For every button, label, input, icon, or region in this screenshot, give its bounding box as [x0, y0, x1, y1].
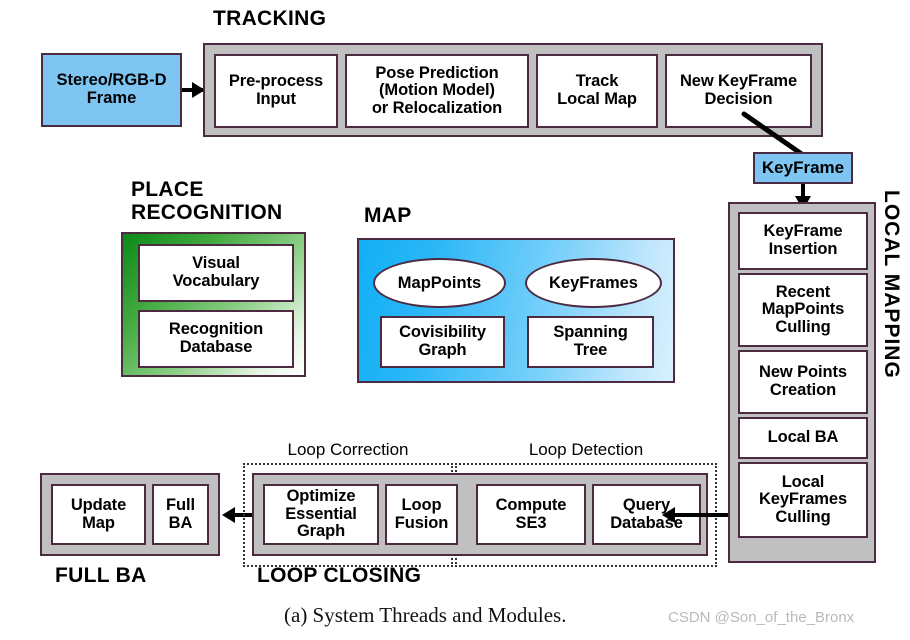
loop-detection-group-label: Loop Detection [528, 440, 644, 459]
loop-closing-title: LOOP CLOSING [257, 564, 422, 587]
local-mapping-module: KeyFrame Insertion Recent MapPoints Cull… [728, 202, 876, 563]
tracking-title: TRACKING [213, 7, 327, 30]
full-ba-step-update-map[interactable]: Update Map [51, 484, 146, 545]
map-panel: MapPoints KeyFrames Covisibility Graph S… [357, 238, 675, 383]
place-recognition-item-visual-vocabulary[interactable]: Visual Vocabulary [138, 244, 294, 302]
loop-closing-step-optimize-essential-graph[interactable]: Optimize Essential Graph [263, 484, 379, 545]
keyframe-box[interactable]: KeyFrame [753, 152, 853, 184]
map-title: MAP [364, 204, 412, 227]
full-ba-module: Update Map Full BA [40, 473, 220, 556]
map-ellipse-keyframes[interactable]: KeyFrames [525, 258, 662, 308]
loop-closing-module: Optimize Essential Graph Loop Fusion Com… [252, 473, 708, 556]
tracking-step-pose-prediction[interactable]: Pose Prediction (Motion Model) or Reloca… [345, 54, 529, 128]
local-mapping-step-keyframe-insertion[interactable]: KeyFrame Insertion [738, 212, 868, 270]
loop-closing-step-compute-se3[interactable]: Compute SE3 [476, 484, 586, 545]
tracking-step-preprocess[interactable]: Pre-process Input [214, 54, 338, 128]
watermark: CSDN @Son_of_the_Bronx [668, 609, 855, 626]
loop-closing-step-loop-fusion[interactable]: Loop Fusion [385, 484, 458, 545]
place-recognition-panel: Visual Vocabulary Recognition Database [121, 232, 306, 377]
local-mapping-title: LOCAL MAPPING [880, 190, 903, 379]
place-recognition-item-recognition-database[interactable]: Recognition Database [138, 310, 294, 368]
tracking-step-track-local-map[interactable]: Track Local Map [536, 54, 658, 128]
figure-canvas: TRACKING Stereo/RGB-D Frame Pre-process … [0, 0, 910, 640]
arrow-localmapping-to-loopdetection-line [672, 513, 728, 517]
tracking-module: Pre-process Input Pose Prediction (Motio… [203, 43, 823, 137]
map-ellipse-mappoints[interactable]: MapPoints [373, 258, 506, 308]
map-box-spanning-tree[interactable]: Spanning Tree [527, 316, 654, 368]
local-mapping-step-recent-mappoints-culling[interactable]: Recent MapPoints Culling [738, 273, 868, 347]
place-recognition-title: PLACE RECOGNITION [131, 178, 283, 224]
map-box-covisibility-graph[interactable]: Covisibility Graph [380, 316, 505, 368]
local-mapping-step-local-ba[interactable]: Local BA [738, 417, 868, 459]
local-mapping-step-local-keyframes-culling[interactable]: Local KeyFrames Culling [738, 462, 868, 538]
stereo-rgbd-frame-box[interactable]: Stereo/RGB-D Frame [41, 53, 182, 127]
arrow-loopcorrection-to-fullba-head [222, 507, 235, 523]
full-ba-title: FULL BA [55, 564, 147, 587]
arrow-localmapping-to-loopdetection-head [662, 507, 675, 523]
figure-caption: (a) System Threads and Modules. [284, 603, 567, 627]
loop-correction-group-label: Loop Correction [287, 440, 409, 459]
local-mapping-step-new-points-creation[interactable]: New Points Creation [738, 350, 868, 414]
full-ba-step-full-ba[interactable]: Full BA [152, 484, 209, 545]
